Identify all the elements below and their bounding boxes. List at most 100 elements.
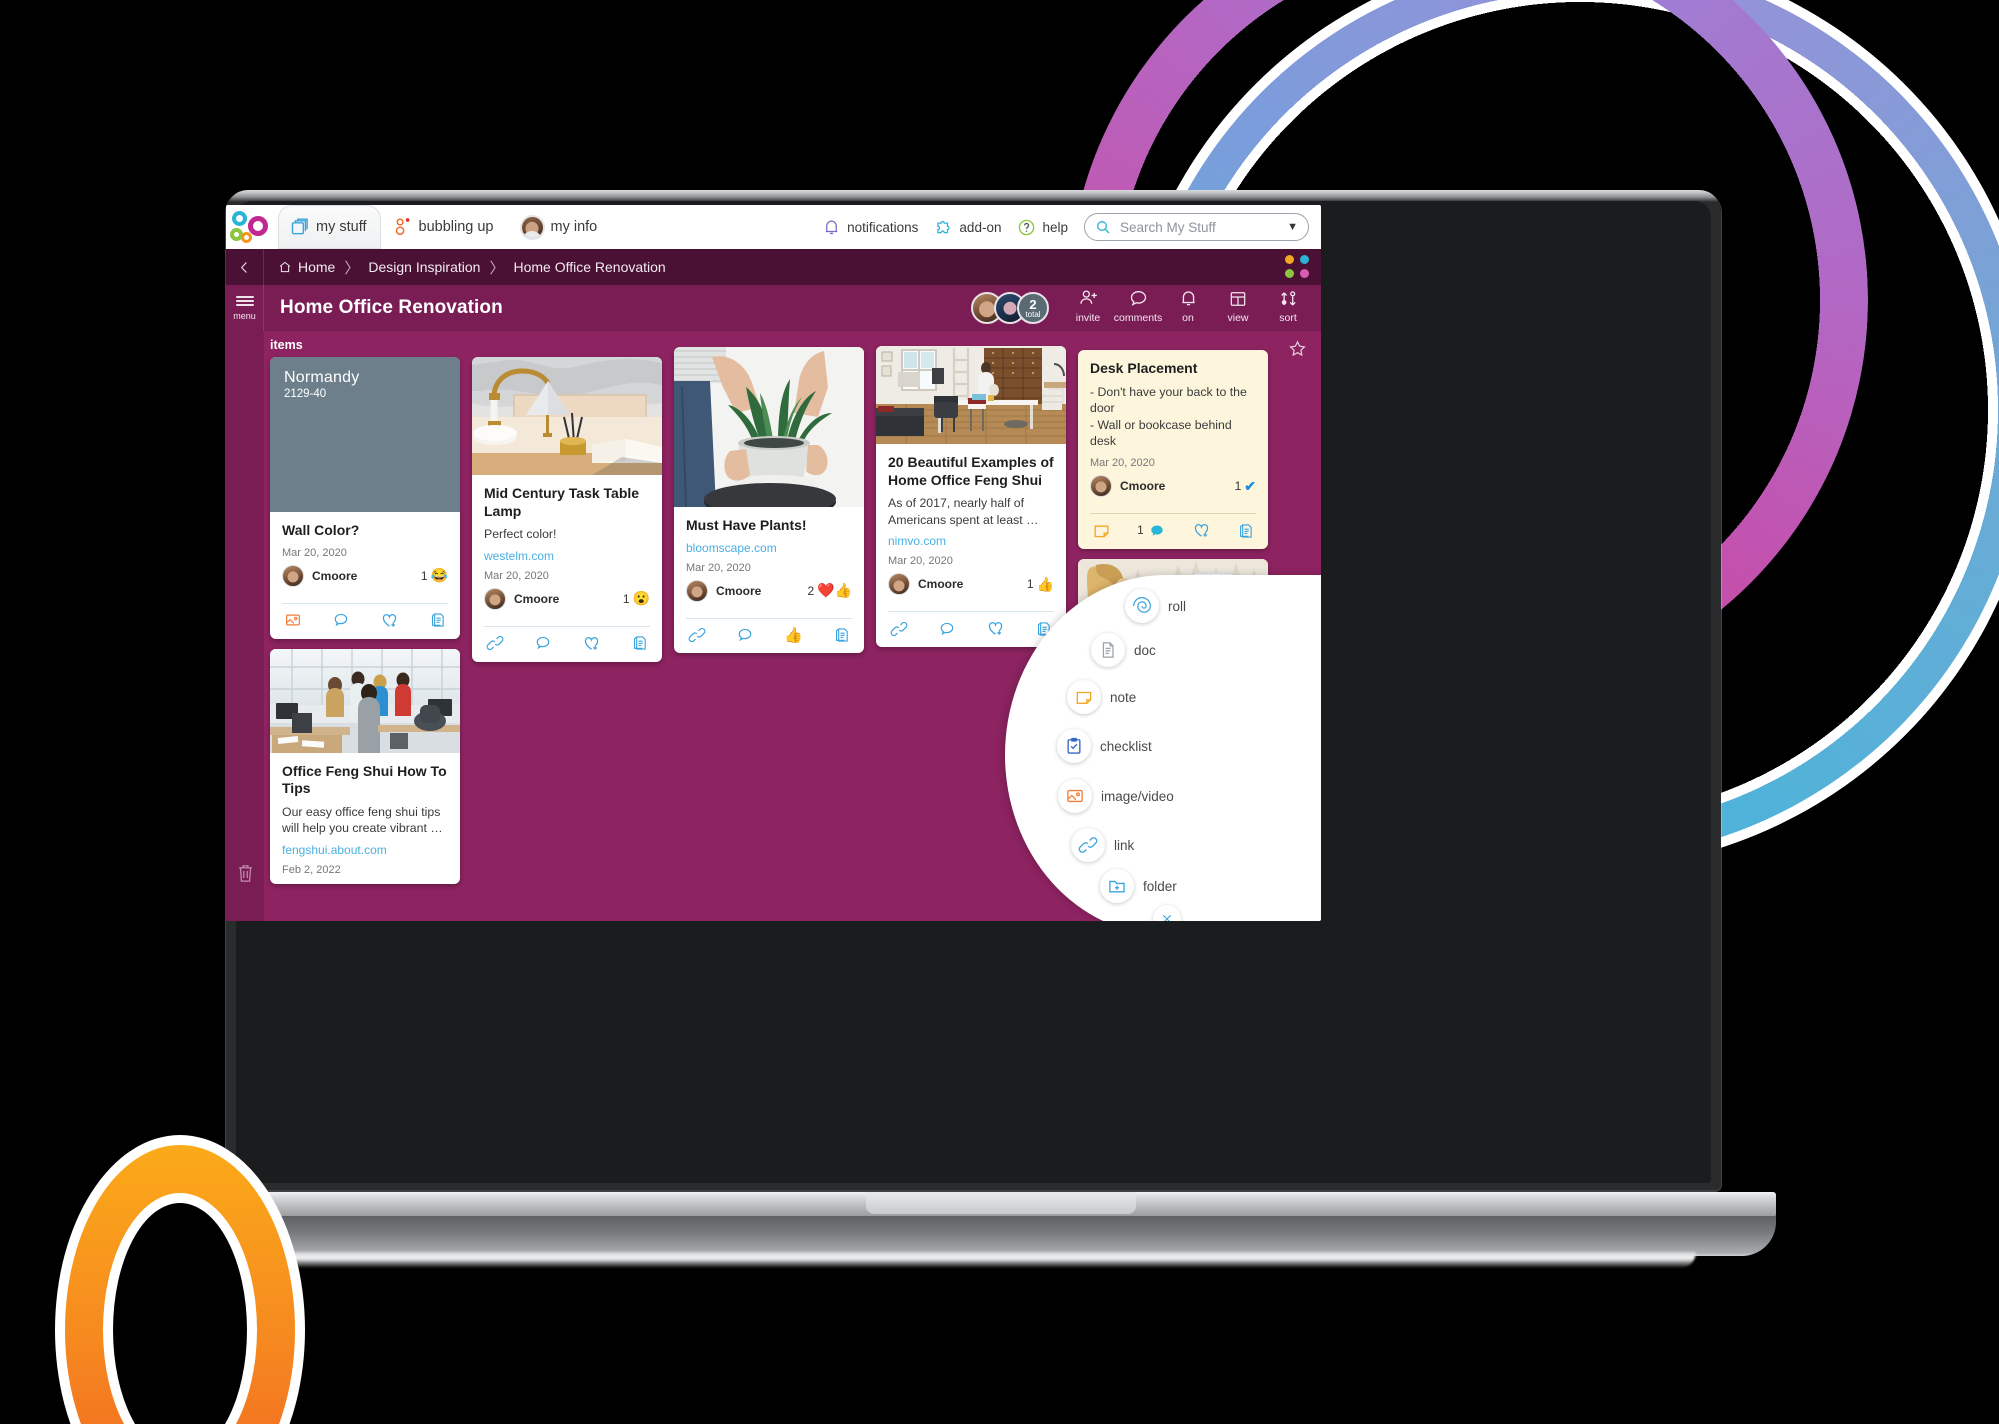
card-author: Cmoore 1 😂 bbox=[282, 564, 448, 587]
invite-label: invite bbox=[1075, 312, 1101, 324]
radial-item-checklist[interactable]: checklist bbox=[1057, 729, 1152, 763]
card-description: - Don't have your back to the door - Wal… bbox=[1090, 384, 1247, 449]
member-count-label: total bbox=[1025, 309, 1041, 319]
search-input[interactable]: Search My Stuff ▼ bbox=[1084, 213, 1309, 241]
notifications-toggle[interactable]: on bbox=[1163, 288, 1213, 328]
reactions[interactable]: 1 😂 bbox=[421, 567, 448, 584]
member-avatars[interactable]: 2 total bbox=[971, 292, 1049, 324]
trash-icon bbox=[235, 862, 256, 885]
sort-button[interactable]: sort bbox=[1263, 288, 1313, 328]
swatch-name: Normandy bbox=[284, 369, 360, 386]
app-logo-icon[interactable] bbox=[226, 205, 278, 249]
nav-tab-my-stuff[interactable]: my stuff bbox=[278, 205, 381, 249]
card-date: Feb 2, 2022 bbox=[282, 864, 341, 877]
invite-button[interactable]: invite bbox=[1063, 288, 1113, 328]
heart-plus-icon[interactable] bbox=[986, 619, 1005, 638]
note-icon bbox=[1067, 680, 1101, 714]
heart-plus-icon[interactable] bbox=[1192, 521, 1211, 540]
reactions[interactable]: 1 ✔ bbox=[1235, 478, 1256, 495]
comment-icon[interactable] bbox=[938, 620, 956, 638]
close-radial-menu-button[interactable] bbox=[1153, 905, 1181, 921]
addon-button[interactable]: add-on bbox=[934, 218, 1001, 237]
back-button[interactable] bbox=[226, 249, 264, 285]
menu-button[interactable]: menu bbox=[226, 285, 264, 331]
comment-icon[interactable]: 1 bbox=[1137, 522, 1165, 540]
star-icon bbox=[1288, 339, 1307, 358]
link-icon[interactable] bbox=[688, 626, 706, 644]
notifications-state-label: on bbox=[1182, 312, 1194, 324]
thumbsup-icon[interactable]: 👍 bbox=[784, 626, 803, 644]
copy-icon[interactable] bbox=[833, 626, 850, 644]
column: 20 Beautiful Examples of Home Office Fen… bbox=[876, 346, 1066, 648]
card-description: Perfect color! bbox=[484, 527, 557, 542]
note-icon[interactable] bbox=[1092, 521, 1111, 540]
breadcrumb-item-current[interactable]: Home Office Renovation bbox=[513, 259, 665, 275]
copy-icon[interactable] bbox=[1237, 522, 1254, 540]
link-icon[interactable] bbox=[890, 620, 908, 638]
card-desk-placement-note[interactable]: Desk Placement - Don't have your back to… bbox=[1078, 350, 1268, 549]
nav-tab-my-info[interactable]: my info bbox=[508, 205, 612, 249]
breadcrumb-bar: Home 〉 Design Inspiration 〉 Home Office … bbox=[226, 249, 1321, 285]
card-wall-color[interactable]: Normandy 2129-40 Wall Color? Mar 20, 202… bbox=[270, 357, 460, 639]
heart-plus-icon[interactable] bbox=[582, 634, 601, 653]
reactions[interactable]: 1 😮 bbox=[623, 590, 650, 607]
card-mid-century-lamp[interactable]: Mid Century Task Table Lamp Perfect colo… bbox=[472, 357, 662, 662]
card-date: Mar 20, 2020 bbox=[484, 569, 549, 582]
card-source-link[interactable]: fengshui.about.com bbox=[282, 843, 448, 857]
radial-item-note[interactable]: note bbox=[1067, 680, 1136, 714]
image-icon[interactable] bbox=[284, 611, 302, 629]
reactions[interactable]: 2 ❤️👍 bbox=[807, 582, 852, 599]
comment-count: 1 bbox=[1137, 524, 1144, 537]
question-icon bbox=[1017, 218, 1036, 237]
radial-item-link[interactable]: link bbox=[1071, 828, 1134, 862]
sort-arrows-icon bbox=[1278, 288, 1299, 309]
card-20-beautiful-examples[interactable]: 20 Beautiful Examples of Home Office Fen… bbox=[876, 346, 1066, 648]
card-source-link[interactable]: bloomscape.com bbox=[686, 541, 852, 555]
radial-item-image-video[interactable]: image/video bbox=[1058, 779, 1174, 813]
card-author: Cmoore 1 ✔ bbox=[1090, 475, 1256, 497]
comment-icon[interactable] bbox=[736, 626, 754, 644]
card-date: Mar 20, 2020 bbox=[282, 546, 347, 559]
favorite-button[interactable] bbox=[1288, 339, 1307, 358]
radial-item-label: folder bbox=[1143, 878, 1177, 894]
comments-label: comments bbox=[1113, 312, 1163, 324]
help-button[interactable]: help bbox=[1017, 218, 1068, 237]
radial-item-label: link bbox=[1114, 837, 1135, 853]
reaction-emoji: ❤️👍 bbox=[817, 582, 852, 599]
reactions[interactable]: 1 👍 bbox=[1027, 576, 1054, 593]
reaction-count: 1 bbox=[420, 568, 428, 583]
copy-icon[interactable] bbox=[429, 611, 446, 629]
nav-tab-bubbling-up[interactable]: bubbling up bbox=[381, 205, 508, 249]
nav-tab-label: my stuff bbox=[316, 219, 367, 235]
breadcrumb-item-design-inspiration[interactable]: Design Inspiration bbox=[368, 259, 480, 275]
link-icon[interactable] bbox=[486, 634, 504, 652]
card-source-link[interactable]: westelm.com bbox=[484, 549, 650, 563]
card-date: Mar 20, 2020 bbox=[1090, 457, 1155, 469]
reaction-count: 2 bbox=[807, 583, 815, 598]
radial-item-roll[interactable]: roll bbox=[1125, 589, 1186, 623]
document-icon bbox=[1091, 633, 1125, 667]
notifications-button[interactable]: notifications bbox=[822, 218, 918, 237]
heart-plus-icon[interactable] bbox=[380, 611, 399, 630]
radial-item-doc[interactable]: doc bbox=[1091, 633, 1156, 667]
comments-button[interactable]: comments bbox=[1113, 288, 1163, 328]
avatar bbox=[686, 579, 708, 602]
speech-bubble-icon bbox=[1128, 288, 1149, 309]
copy-icon[interactable] bbox=[631, 634, 648, 652]
radial-item-folder[interactable]: folder bbox=[1100, 869, 1177, 903]
reaction-emoji: ✔ bbox=[1244, 477, 1256, 494]
comment-icon[interactable] bbox=[332, 611, 350, 629]
link-icon bbox=[1071, 828, 1105, 862]
breadcrumb-item-home[interactable]: Home bbox=[278, 259, 335, 275]
view-button[interactable]: view bbox=[1213, 289, 1263, 328]
trash-button[interactable] bbox=[235, 862, 256, 885]
menu-label: menu bbox=[233, 310, 256, 321]
card-title: Must Have Plants! bbox=[686, 517, 807, 533]
card-source-link[interactable]: nimvo.com bbox=[888, 534, 1054, 548]
card-must-have-plants[interactable]: Must Have Plants! bloomscape.com Mar 20,… bbox=[674, 347, 864, 653]
card-office-feng-shui-tips[interactable]: Office Feng Shui How To Tips Our easy of… bbox=[270, 648, 460, 885]
apps-grid-button[interactable] bbox=[1285, 255, 1311, 279]
chevron-down-icon[interactable]: ▼ bbox=[1287, 221, 1298, 233]
author-name: Cmoore bbox=[1120, 479, 1166, 493]
comment-icon[interactable] bbox=[534, 634, 552, 652]
